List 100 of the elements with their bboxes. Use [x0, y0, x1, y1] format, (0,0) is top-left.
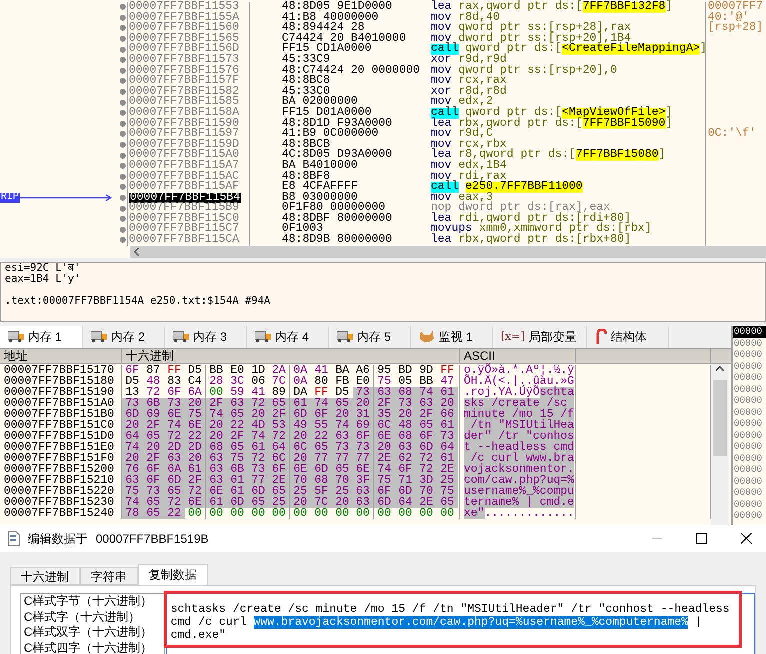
hex-byte: 6E: [185, 420, 206, 431]
hex-byte: 05: [398, 376, 414, 387]
hex-byte: 00: [398, 508, 414, 519]
format-item[interactable]: C样式四字（十六进制）: [24, 640, 164, 654]
candy-cane-icon: [595, 329, 607, 345]
hex-byte: 2F: [143, 453, 164, 464]
hex-byte: 49: [290, 420, 311, 431]
instruction-cell: lea rax,qword ptr ds:[7FF7BBF132F8]: [431, 2, 673, 13]
instruction-cell: lea r8,qword ptr ds:[7FF7BBF15080]: [431, 150, 666, 161]
hex-byte: 66: [437, 409, 458, 420]
hex-byte: 2F: [374, 398, 395, 409]
hex-byte: 6D: [395, 486, 416, 497]
hex-byte: 41: [250, 387, 266, 398]
stack-address: 00000: [733, 430, 764, 441]
hex-byte: 0A: [292, 365, 308, 376]
hex-byte: 63: [206, 453, 227, 464]
hex-byte: 25: [332, 486, 353, 497]
address-cell: 00007FF7BBF11576: [129, 66, 240, 76]
hex-byte: 72: [248, 453, 269, 464]
hex-byte: 2E: [269, 475, 290, 486]
ascii-text: /c curl www.bra: [464, 453, 574, 464]
hex-byte: 80: [314, 376, 330, 387]
hex-byte: 74: [122, 497, 143, 508]
bytes-cell-text: FF15 D01A0000: [282, 108, 372, 119]
hex-byte: 61: [248, 442, 269, 453]
hex-byte: 73: [353, 387, 374, 398]
stack-address: 00000: [733, 452, 764, 464]
hex-byte: 75: [437, 486, 458, 497]
address-cell: 00007FF7BBF15170: [0, 365, 122, 376]
format-item[interactable]: C样式字节（十六进制）: [24, 594, 164, 610]
address-cell: 00007FF7BBF1157F: [129, 76, 240, 87]
hex-byte: 6F: [374, 486, 395, 497]
column-header[interactable]: 十六进制: [122, 349, 460, 363]
dialog-tab[interactable]: 十六进制: [10, 567, 80, 585]
hex-byte: 2F: [416, 409, 437, 420]
scroll-thumb[interactable]: [713, 380, 727, 456]
truck-icon: [255, 331, 271, 343]
ascii-text: com/caw.php?uq=%: [464, 475, 574, 486]
hex-byte: 69: [353, 420, 374, 431]
hex-byte: 25: [290, 486, 311, 497]
hex-byte: 73: [332, 442, 353, 453]
column-header[interactable]: ASCII: [460, 349, 576, 363]
address-cell: 00007FF7BBF1155A: [129, 12, 240, 24]
address-cell: 00007FF7BBF11560: [129, 23, 240, 34]
hex-byte: 20: [185, 398, 206, 409]
bytes-cell-text: 41:B9 0C000000: [282, 129, 380, 140]
address-cell: 00007FF7BBF115A0: [129, 150, 240, 161]
hex-byte: 20: [122, 453, 143, 464]
hex-byte: 20: [206, 431, 227, 442]
hex-byte: FF: [314, 387, 330, 398]
hex-byte: 74: [206, 409, 227, 420]
hex-byte: 61: [290, 398, 311, 409]
hex-byte: 70: [290, 475, 311, 486]
truck-icon: [337, 331, 353, 343]
maximize-icon[interactable]: [696, 533, 707, 544]
address-cell: 00007FF7BBF11553: [129, 2, 240, 13]
hex-byte: D5: [334, 387, 350, 398]
hex-byte: 20: [437, 398, 458, 409]
hex-byte: 2F: [185, 475, 206, 486]
instruction-cell: mov edx,2: [431, 97, 494, 108]
minimize-icon[interactable]: [652, 538, 662, 540]
instruction-cell: mov rcx,rax: [431, 76, 507, 87]
hex-byte: 6F: [416, 431, 437, 442]
arrow-icon: [20, 194, 114, 202]
hex-byte: 6B: [227, 464, 248, 475]
hex-byte: 72: [416, 464, 437, 475]
hex-byte: 64: [269, 442, 290, 453]
hex-byte: 31: [353, 409, 374, 420]
hex-byte: 74: [311, 398, 332, 409]
hex-byte: 7C: [269, 376, 290, 387]
column-header[interactable]: 地址: [0, 349, 122, 363]
format-list[interactable]: C样式字节（十六进制） C样式字（十六进制） C样式双字（十六进制） C样式四字（十六进制）: [20, 593, 165, 654]
hex-byte: 13: [124, 387, 140, 398]
memory-tab[interactable]: 内存 1: [0, 326, 83, 348]
hex-byte: 65: [416, 420, 437, 431]
scroll-up-icon[interactable]: [716, 366, 724, 372]
format-item[interactable]: C样式字（十六进制）: [24, 610, 164, 625]
hex-byte: 74: [332, 420, 353, 431]
hex-byte: 00: [376, 508, 392, 519]
hex-byte: 74: [248, 431, 269, 442]
hex-byte: 6D: [290, 409, 311, 420]
hex-byte: 2F: [206, 398, 227, 409]
hex-byte: 20: [374, 442, 395, 453]
vertical-scrollbar[interactable]: [711, 364, 729, 525]
instruction-cell: mov eax,3: [431, 192, 494, 204]
dialog-tab[interactable]: 复制数据: [138, 564, 208, 585]
hex-byte: 73: [248, 464, 269, 475]
hex-byte: 6D: [374, 497, 395, 508]
instruction-cell: mov r9d,C: [431, 129, 494, 140]
scroll-left-icon[interactable]: [134, 248, 140, 256]
hex-byte: 2D: [164, 442, 185, 453]
close-icon[interactable]: [741, 533, 752, 544]
hex-byte: 55: [311, 420, 332, 431]
address-cell: 00007FF7BBF11597: [129, 129, 240, 140]
horizontal-scrollbar[interactable]: [130, 246, 766, 258]
hex-byte: 00: [269, 508, 290, 519]
hex-byte: 00: [353, 508, 374, 519]
instruction-cell: call qword ptr ds:[<MapViewOfFile>]: [431, 108, 673, 119]
dialog-tab[interactable]: 字符串: [80, 567, 138, 585]
format-item[interactable]: C样式双字（十六进制）: [24, 625, 164, 640]
